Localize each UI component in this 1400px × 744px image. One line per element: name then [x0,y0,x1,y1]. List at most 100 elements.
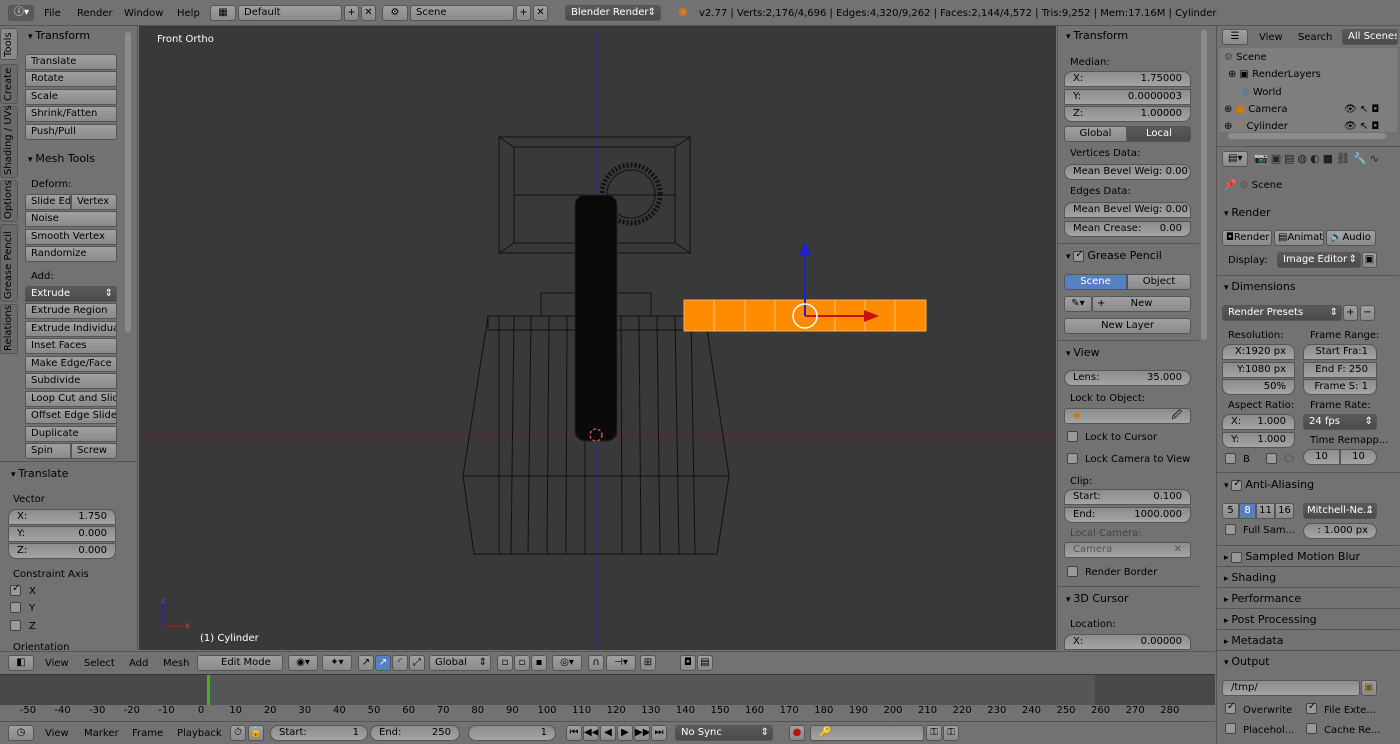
cursor-x-field[interactable]: X: 0.00000 [1064,634,1191,650]
layout-add-button[interactable]: + [344,5,359,21]
randomize-button[interactable]: Randomize [25,246,117,262]
duplicate-button[interactable]: Duplicate [25,426,117,442]
3d-cursor-header[interactable]: 3D Cursor [1066,592,1128,605]
grease-pencil-header[interactable]: Grease Pencil [1066,249,1162,262]
render-anim-icon[interactable]: ▤ [697,655,713,671]
delete-keyframe-icon[interactable]: ⚿ [943,725,959,741]
3d-viewport[interactable]: Front Ortho z x (1) Cylinder [139,26,1056,650]
metadata-header[interactable]: Metadata [1224,634,1283,647]
tab-grease-pencil[interactable]: Grease Pencil [0,224,18,302]
properties-scrollbar[interactable] [1201,30,1207,340]
cache-result-checkbox[interactable] [1306,723,1317,734]
median-x-field[interactable]: X: 1.75000 [1064,71,1191,87]
view-panel-header[interactable]: View [1066,346,1099,359]
full-sample-checkbox[interactable] [1225,524,1236,535]
scene-remove-button[interactable]: ✕ [533,5,548,21]
animation-button[interactable]: ▤Animati [1274,230,1324,246]
jump-start-button[interactable]: ⏮ [566,725,582,741]
menu-help[interactable]: Help [177,8,200,19]
gp-scene-toggle[interactable]: Scene [1064,274,1127,290]
rotate-manip-icon[interactable]: ◜ [392,655,408,671]
border-checkbox[interactable] [1225,453,1236,464]
edge-select-icon[interactable]: ▫ [514,655,530,671]
preset-remove-button[interactable]: − [1360,305,1375,321]
vector-z-field[interactable]: Z: 0.000 [8,543,116,559]
lock-object-field[interactable]: ◆ 🖉 [1064,408,1191,424]
menu-view[interactable]: View [45,658,69,669]
snap-toggle-icon[interactable]: ∩ [588,655,604,671]
outliner-menu-search[interactable]: Search [1298,32,1332,43]
inset-faces-button[interactable]: Inset Faces [25,338,117,354]
outliner-menu-view[interactable]: View [1259,32,1283,43]
outliner-world[interactable]: ◍ World [1241,87,1282,98]
crop-checkbox[interactable] [1266,453,1277,464]
overwrite-checkbox[interactable] [1225,701,1236,714]
end-frame-field[interactable]: End F: 250 [1303,362,1377,378]
timeline-menu-view[interactable]: View [45,728,69,739]
constraint-z-checkbox[interactable] [10,620,21,631]
timeline-editor-icon[interactable]: ◷ [8,725,34,741]
lens-field[interactable]: Lens: 35.000 [1064,370,1191,386]
new-layer-button[interactable]: New Layer [1064,318,1191,334]
aa-samples-8[interactable]: 8 [1239,503,1256,519]
rotate-button[interactable]: Rotate [25,71,117,87]
timeline-end-field[interactable]: End: 250 [370,725,460,741]
outliner-editor-icon[interactable]: ☰ [1222,29,1248,45]
next-keyframe-button[interactable]: ▶▶ [634,725,650,741]
res-percent-field[interactable]: 50% [1222,379,1295,395]
motion-blur-checkbox[interactable] [1231,551,1243,563]
transform-props-header[interactable]: Transform [1066,29,1128,42]
render-button[interactable]: ◘Render [1222,230,1272,246]
filter-size-field[interactable]: : 1.000 px [1303,523,1377,539]
outliner-renderlayers[interactable]: ⊕ ▣ RenderLayers [1228,69,1321,80]
menu-render[interactable]: Render [77,8,113,19]
timeline-menu-marker[interactable]: Marker [84,728,119,739]
play-button[interactable]: ▶ [617,725,633,741]
lock-camera-checkbox[interactable] [1067,453,1078,464]
scene-field[interactable]: Scene [410,5,514,21]
tab-shading-uvs[interactable]: Shading / UVs [0,105,18,178]
shrink-fatten-button[interactable]: Shrink/Fatten [25,106,117,122]
prev-keyframe-button[interactable]: ◀◀ [583,725,599,741]
constraint-x-checkbox[interactable] [10,583,21,596]
viewport-shading-icon[interactable]: ◉▾ [288,655,318,671]
scale-manip-icon[interactable]: ⤢ [409,655,425,671]
vertex-select-icon[interactable]: ▫ [497,655,513,671]
render-engine-select[interactable]: Blender Render ⇕ [565,5,661,21]
noise-button[interactable]: Noise [25,211,117,227]
face-select-icon[interactable]: ▪ [531,655,547,671]
smooth-vertex-button[interactable]: Smooth Vertex [25,229,117,245]
outliner-scene[interactable]: ⚙ Scene [1224,52,1267,63]
lock-cursor-checkbox[interactable] [1067,431,1078,442]
layout-field[interactable]: Default [238,5,342,21]
output-folder-icon[interactable]: ▣ [1361,680,1377,696]
extrude-dropdown[interactable]: Extrude ⇕ [25,286,117,302]
remap-new-field[interactable]: 10 [1340,449,1377,465]
gp-pencil-icon[interactable]: ✎▾ [1064,296,1092,312]
clip-start-field[interactable]: Start: 0.100 [1064,489,1191,505]
menu-window[interactable]: Window [124,8,163,19]
push-pull-button[interactable]: Push/Pull [25,124,117,140]
extrude-individual-button[interactable]: Extrude Individual [25,321,117,337]
output-header[interactable]: Output [1224,655,1269,668]
outliner-camera[interactable]: ⊕ ■ Camera 👁 ↖ ◘ [1224,104,1379,115]
remap-old-field[interactable]: 10 [1303,449,1340,465]
scale-button[interactable]: Scale [25,89,117,105]
manipulator-toggle-icon[interactable]: ↗ [358,655,374,671]
shading-header[interactable]: Shading [1224,571,1276,584]
slide-edge-button[interactable]: Slide Ed [25,194,71,210]
frame-step-field[interactable]: Frame S: 1 [1303,379,1377,395]
make-edge-face-button[interactable]: Make Edge/Face [25,356,117,372]
menu-mesh[interactable]: Mesh [163,658,189,669]
render-border-checkbox[interactable] [1067,566,1078,577]
keying-set-field[interactable]: 🔑 [810,725,924,741]
menu-select[interactable]: Select [84,658,115,669]
editor-type-icon[interactable]: ◧ [8,655,34,671]
preview-range-icon[interactable]: ⏱ [230,725,246,741]
subdivide-button[interactable]: Subdivide [25,373,117,389]
aspect-y-field[interactable]: Y: 1.000 [1222,432,1295,448]
display-mode-select[interactable]: All Scenes [1342,29,1398,45]
timeline-start-field[interactable]: Start: 1 [270,725,368,741]
render-view-icon[interactable]: ◘ [680,655,696,671]
layout-icon[interactable]: ▦ [210,5,236,21]
